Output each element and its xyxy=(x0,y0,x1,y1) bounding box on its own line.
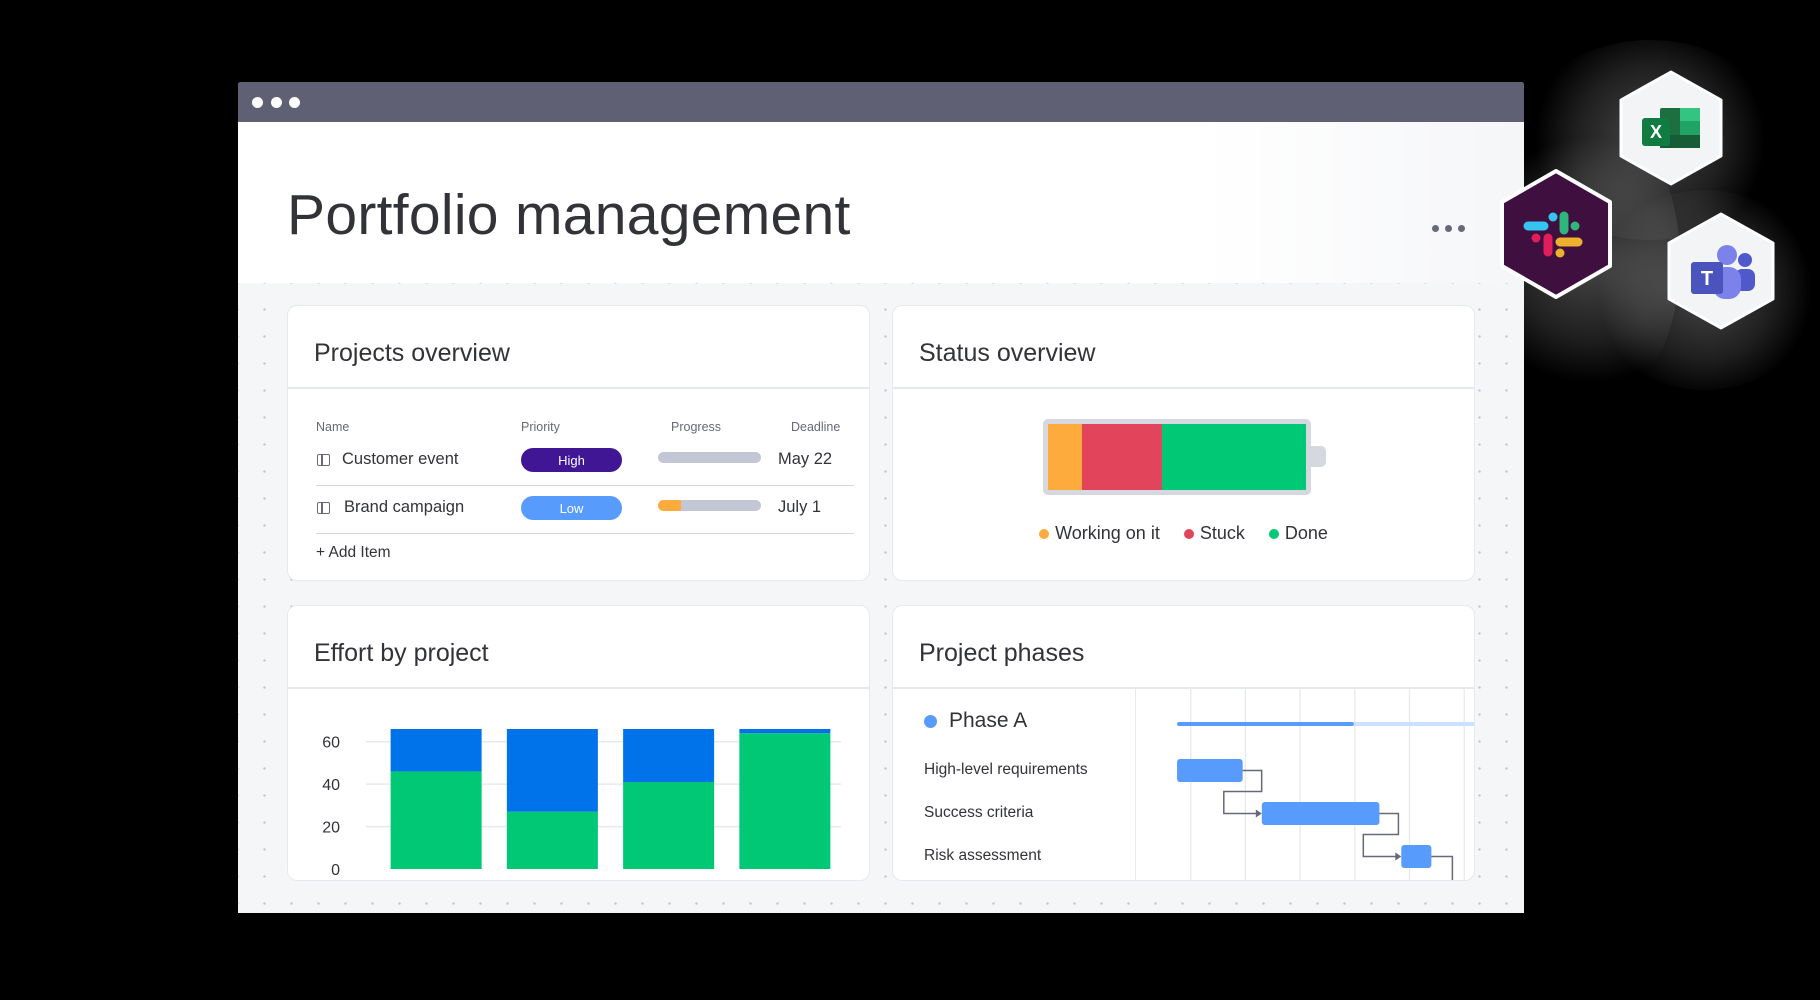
project-phases-widget: Project phases Phase A High-level requir… xyxy=(892,605,1475,881)
bar-completed-3[interactable] xyxy=(623,782,715,869)
widget-title: Effort by project xyxy=(314,639,489,667)
bar-remaining-3[interactable] xyxy=(623,729,715,783)
legend-label: Stuck xyxy=(1199,523,1245,543)
table-row[interactable]: Brand campaign Low July 1 xyxy=(316,486,854,534)
window-control-dot[interactable] xyxy=(271,97,282,108)
app-window: Portfolio management Projects overview N… xyxy=(238,82,1524,913)
table-row[interactable]: Customer event High May 22 xyxy=(316,438,854,486)
teams-icon[interactable]: T xyxy=(1666,212,1776,330)
bar-remaining-2[interactable] xyxy=(506,729,598,812)
status-battery-chart[interactable] xyxy=(1043,419,1311,495)
priority-badge[interactable]: Low xyxy=(521,496,622,520)
task-bar[interactable] xyxy=(1401,845,1432,868)
excel-icon[interactable]: X xyxy=(1618,70,1724,186)
status-legend: Working on it Stuck Done xyxy=(893,523,1474,544)
task-bar[interactable] xyxy=(1177,759,1243,782)
item-name[interactable]: Brand campaign xyxy=(344,498,464,517)
slack-icon[interactable] xyxy=(1498,168,1614,300)
status-overview-widget: Status overview Working on it Stuck Done xyxy=(892,305,1475,581)
phase-bar-progress[interactable] xyxy=(1177,722,1354,726)
deadline-date[interactable]: July 1 xyxy=(778,498,821,517)
excel-sheet-cell xyxy=(1680,121,1700,135)
menu-dot xyxy=(1458,224,1465,232)
page-header: Portfolio management xyxy=(238,122,1524,283)
legend-dot xyxy=(1183,528,1194,539)
widget-divider xyxy=(893,387,1474,389)
menu-dot xyxy=(1445,224,1452,232)
battery-segment-done[interactable] xyxy=(1161,424,1306,490)
column-header-deadline[interactable]: Deadline xyxy=(791,420,840,434)
bar-remaining-1[interactable] xyxy=(390,729,482,772)
hex-badge xyxy=(1500,169,1612,299)
widget-title: Projects overview xyxy=(314,339,510,367)
widget-title: Status overview xyxy=(919,339,1096,367)
bar-remaining-4[interactable] xyxy=(739,729,831,734)
teams-t-glyph: T xyxy=(1701,268,1713,290)
y-tick-label: 40 xyxy=(322,777,340,794)
item-panel-icon[interactable] xyxy=(317,454,330,466)
window-control-dot[interactable] xyxy=(289,97,300,108)
window-control-dot[interactable] xyxy=(252,97,263,108)
gantt-timeline xyxy=(1177,689,1474,880)
add-item-button[interactable]: + Add Item xyxy=(316,544,391,562)
arrow-head xyxy=(1395,852,1402,861)
row-divider xyxy=(316,532,854,534)
legend-item[interactable]: Working on it xyxy=(1039,523,1160,544)
column-header-priority[interactable]: Priority xyxy=(521,420,560,434)
y-tick-label: 20 xyxy=(322,820,340,837)
column-header-name[interactable]: Name xyxy=(316,420,349,434)
page-title: Portfolio management xyxy=(287,183,851,247)
effort-by-project-widget: Effort by project 0 20 40 60 xyxy=(287,605,870,881)
dependency-arrow xyxy=(1431,855,1454,880)
widget-divider xyxy=(288,387,869,389)
task-bar[interactable] xyxy=(1261,802,1380,825)
legend-label: Working on it xyxy=(1055,523,1160,543)
excel-x-glyph: X xyxy=(1650,122,1662,142)
progress-bar xyxy=(658,500,761,511)
bar-completed-4[interactable] xyxy=(739,733,831,869)
teams-person xyxy=(1738,253,1752,267)
dashboard-canvas: Projects overview Name Priority Progress… xyxy=(238,283,1524,913)
column-header-progress[interactable]: Progress xyxy=(671,420,721,434)
effort-bar-chart: 0 20 40 60 xyxy=(322,729,841,879)
priority-badge[interactable]: High xyxy=(521,448,622,472)
progress-bar xyxy=(658,452,761,463)
deadline-date[interactable]: May 22 xyxy=(778,450,832,469)
battery-segment-working-on-it[interactable] xyxy=(1048,424,1082,490)
bar-completed-2[interactable] xyxy=(506,811,598,869)
excel-sheet-cell xyxy=(1680,108,1700,121)
battery-cap xyxy=(1311,446,1326,467)
legend-dot xyxy=(1039,528,1050,539)
legend-item[interactable]: Done xyxy=(1268,523,1328,544)
bar-completed-1[interactable] xyxy=(390,771,482,869)
legend-dot xyxy=(1268,528,1279,539)
item-panel-icon[interactable] xyxy=(317,502,330,514)
projects-overview-widget: Projects overview Name Priority Progress… xyxy=(287,305,870,581)
item-name[interactable]: Customer event xyxy=(342,450,458,469)
legend-item[interactable]: Stuck xyxy=(1183,523,1245,544)
arrow-head xyxy=(1255,809,1262,818)
y-tick-label: 60 xyxy=(322,735,340,752)
progress-fill xyxy=(658,500,681,511)
battery-segment-stuck[interactable] xyxy=(1081,424,1162,490)
menu-dot xyxy=(1432,224,1439,232)
y-tick-label: 0 xyxy=(331,862,340,879)
more-horizontal-icon[interactable] xyxy=(1432,218,1476,238)
window-titlebar xyxy=(238,82,1524,122)
legend-label: Done xyxy=(1284,523,1328,543)
widget-title: Project phases xyxy=(919,639,1085,667)
